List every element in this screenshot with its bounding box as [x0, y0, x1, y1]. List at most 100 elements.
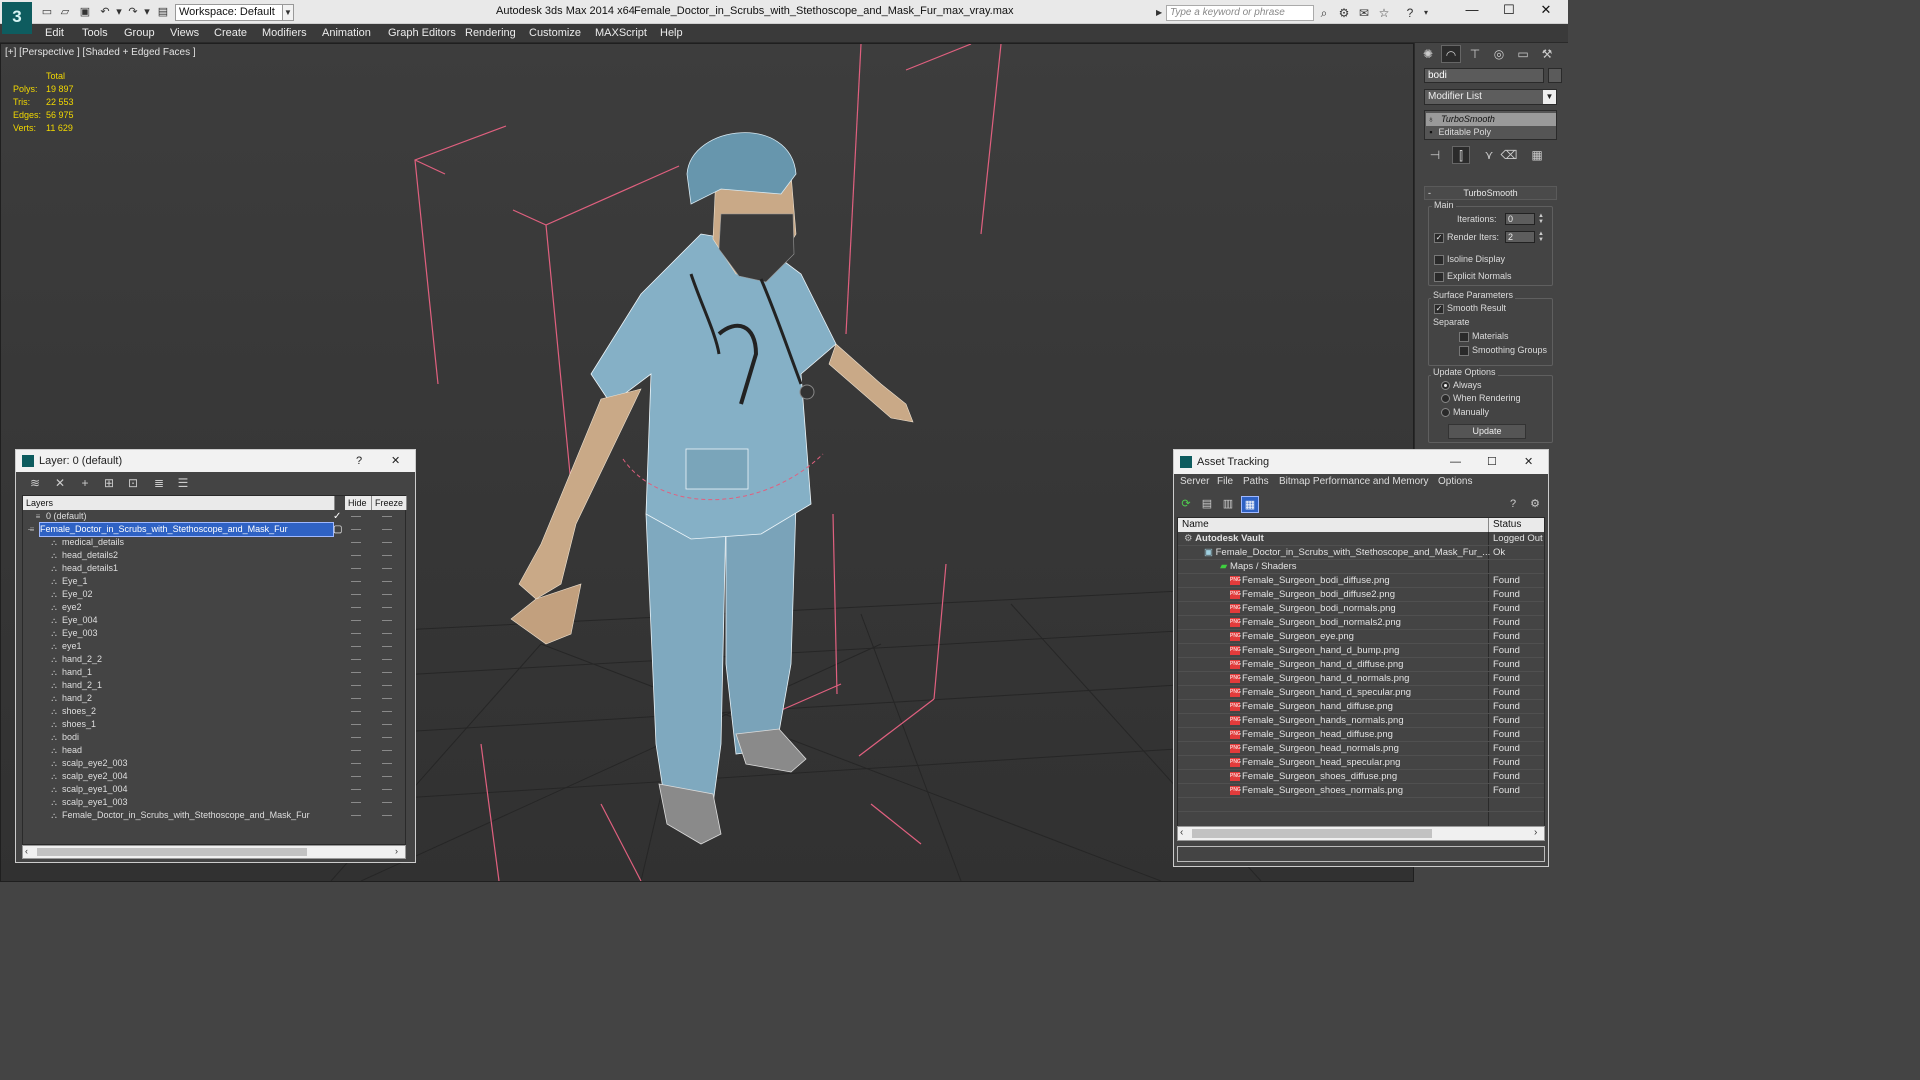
layer-stack-icon[interactable]: ≋ [26, 475, 44, 492]
hide-toggle[interactable] [351, 737, 361, 738]
layer-row[interactable]: ⛬ hand_2_1 [23, 679, 407, 692]
freeze-toggle[interactable] [382, 646, 392, 647]
menu-tools[interactable]: Tools [82, 25, 108, 41]
hierarchy-tab-icon[interactable]: ⊤ [1465, 45, 1485, 63]
hide-toggle[interactable] [351, 659, 361, 660]
help-icon[interactable]: ? [1504, 496, 1522, 513]
asset-menu-options[interactable]: Options [1438, 476, 1472, 487]
freeze-toggle[interactable] [382, 711, 392, 712]
column-header-name[interactable]: Name [1178, 518, 1489, 532]
menu-graph-editors[interactable]: Graph Editors [388, 25, 456, 41]
freeze-toggle[interactable] [382, 698, 392, 699]
remove-modifier-icon[interactable]: ⌫ [1500, 146, 1518, 164]
layer-row[interactable]: ⛬ hand_2_2 [23, 653, 407, 666]
asset-row[interactable]: PNGFemale_Surgeon_head_normals.png Found [1178, 742, 1544, 756]
show-end-result-icon[interactable]: ⫿ [1452, 146, 1470, 164]
render-iters-checkbox[interactable]: ✓ [1434, 233, 1444, 243]
asset-menu-server[interactable]: Server [1180, 476, 1209, 487]
freeze-toggle[interactable] [382, 802, 392, 803]
asset-row[interactable]: PNGFemale_Surgeon_bodi_normals2.png Found [1178, 616, 1544, 630]
asset-row[interactable]: PNGFemale_Surgeon_bodi_diffuse.png Found [1178, 574, 1544, 588]
active-layer-check-icon[interactable]: ✓ [333, 510, 341, 523]
layer-row[interactable]: ⛬ Eye_1 [23, 575, 407, 588]
freeze-toggle[interactable] [382, 672, 392, 673]
scroll-left-icon[interactable]: ‹ [25, 846, 28, 856]
asset-row[interactable]: ⚙ Autodesk Vault Logged Out [1178, 532, 1544, 546]
hide-toggle[interactable] [351, 776, 361, 777]
hide-toggle[interactable] [351, 763, 361, 764]
hide-toggle[interactable] [351, 815, 361, 816]
freeze-toggle[interactable] [382, 659, 392, 660]
close-button[interactable]: ✕ [1524, 0, 1568, 22]
search-expand-icon[interactable]: ▶ [1156, 5, 1166, 21]
asset-window-titlebar[interactable]: Asset Tracking — ☐ ✕ [1174, 450, 1548, 474]
project-folder-icon[interactable]: ▤ [156, 5, 170, 19]
save-file-icon[interactable]: ▣ [78, 5, 92, 19]
undo-dropdown-icon[interactable]: ▾ [112, 5, 126, 19]
table-view-icon[interactable]: ▦ [1241, 496, 1259, 513]
configure-modifier-sets-icon[interactable]: ▦ [1528, 146, 1546, 164]
details-view-icon[interactable]: ▥ [1219, 496, 1237, 513]
isoline-display-checkbox[interactable] [1434, 255, 1444, 265]
hide-toggle[interactable] [351, 568, 361, 569]
workspace-select[interactable]: Workspace: Default [175, 4, 283, 21]
freeze-toggle[interactable] [382, 555, 392, 556]
redo-dropdown-icon[interactable]: ▾ [140, 5, 154, 19]
spinner-arrows-icon[interactable]: ▲ ▼ [1537, 231, 1545, 243]
help-dropdown-icon[interactable]: ▾ [1418, 5, 1434, 21]
hide-toggle[interactable] [351, 542, 361, 543]
layer-row[interactable]: ⛬ hand_1 [23, 666, 407, 679]
stack-item-turbosmooth[interactable]: ♁ TurboSmooth [1426, 113, 1556, 126]
asset-row[interactable]: PNGFemale_Surgeon_head_specular.png Found [1178, 756, 1544, 770]
help-icon[interactable]: ? [1402, 5, 1418, 21]
asset-row[interactable]: PNGFemale_Surgeon_shoes_normals.png Found [1178, 784, 1544, 798]
freeze-toggle[interactable] [382, 763, 392, 764]
layer-row[interactable]: ⛬ bodi [23, 731, 407, 744]
select-objects-icon[interactable]: ⊡ [124, 475, 142, 492]
hide-all-layers-icon[interactable]: ☰ [174, 475, 192, 492]
stack-item-editable-poly[interactable]: ▪ Editable Poly [1426, 126, 1556, 139]
object-color-swatch[interactable] [1548, 68, 1562, 83]
always-radio[interactable] [1441, 381, 1450, 390]
app-logo-icon[interactable]: 3 [2, 2, 32, 34]
scroll-left-icon[interactable]: ‹ [1180, 827, 1183, 838]
layer-row[interactable]: ⛬ Female_Doctor_in_Scrubs_with_Stethoscop… [23, 809, 407, 822]
smooth-result-checkbox[interactable]: ✓ [1434, 304, 1444, 314]
hide-toggle[interactable] [351, 750, 361, 751]
asset-menu-paths[interactable]: Paths [1243, 476, 1269, 487]
layer-row[interactable]: ⛬ eye2 [23, 601, 407, 614]
menu-animation[interactable]: Animation [322, 25, 371, 41]
freeze-toggle[interactable] [382, 581, 392, 582]
when-rendering-radio[interactable] [1441, 394, 1450, 403]
utilities-tab-icon[interactable]: ⚒ [1537, 45, 1557, 63]
layer-row[interactable]: ⛬ scalp_eye2_003 [23, 757, 407, 770]
asset-row[interactable]: PNGFemale_Surgeon_bodi_normals.png Found [1178, 602, 1544, 616]
chevron-down-icon[interactable]: ▼ [1543, 90, 1556, 104]
highlight-layer-icon[interactable]: ≣ [150, 475, 168, 492]
hide-toggle[interactable] [351, 698, 361, 699]
asset-row[interactable]: PNGFemale_Surgeon_bodi_diffuse2.png Found [1178, 588, 1544, 602]
hide-toggle[interactable] [351, 516, 361, 517]
menu-group[interactable]: Group [124, 25, 155, 41]
column-header-layers[interactable]: Layers [23, 496, 335, 510]
menu-rendering[interactable]: Rendering [465, 25, 516, 41]
layer-row[interactable]: ⛬ Eye_02 [23, 588, 407, 601]
layer-row[interactable]: ⛬ eye1 [23, 640, 407, 653]
set-current-layer-icon[interactable]: ▢ [333, 523, 342, 536]
column-header-status[interactable]: Status [1489, 518, 1544, 532]
modify-tab-icon[interactable]: ◠ [1441, 45, 1461, 63]
freeze-toggle[interactable] [382, 815, 392, 816]
layer-row[interactable]: ≡ − Female_Doctor_in_Scrubs_with_Stethosco… [23, 522, 407, 537]
freeze-toggle[interactable] [382, 789, 392, 790]
help-button[interactable]: ? [356, 450, 362, 472]
layer-row[interactable]: ⛬ head_details2 [23, 549, 407, 562]
layer-window-titlebar[interactable]: Layer: 0 (default) ? ✕ [16, 450, 415, 472]
column-header-hide[interactable]: Hide [345, 496, 372, 510]
layer-row[interactable]: ⛬ medical_details [23, 536, 407, 549]
options-icon[interactable]: ⚙ [1526, 496, 1544, 513]
hide-toggle[interactable] [351, 672, 361, 673]
freeze-toggle[interactable] [382, 516, 392, 517]
hide-toggle[interactable] [351, 802, 361, 803]
hide-toggle[interactable] [351, 607, 361, 608]
object-name-field[interactable]: bodi [1424, 68, 1544, 83]
